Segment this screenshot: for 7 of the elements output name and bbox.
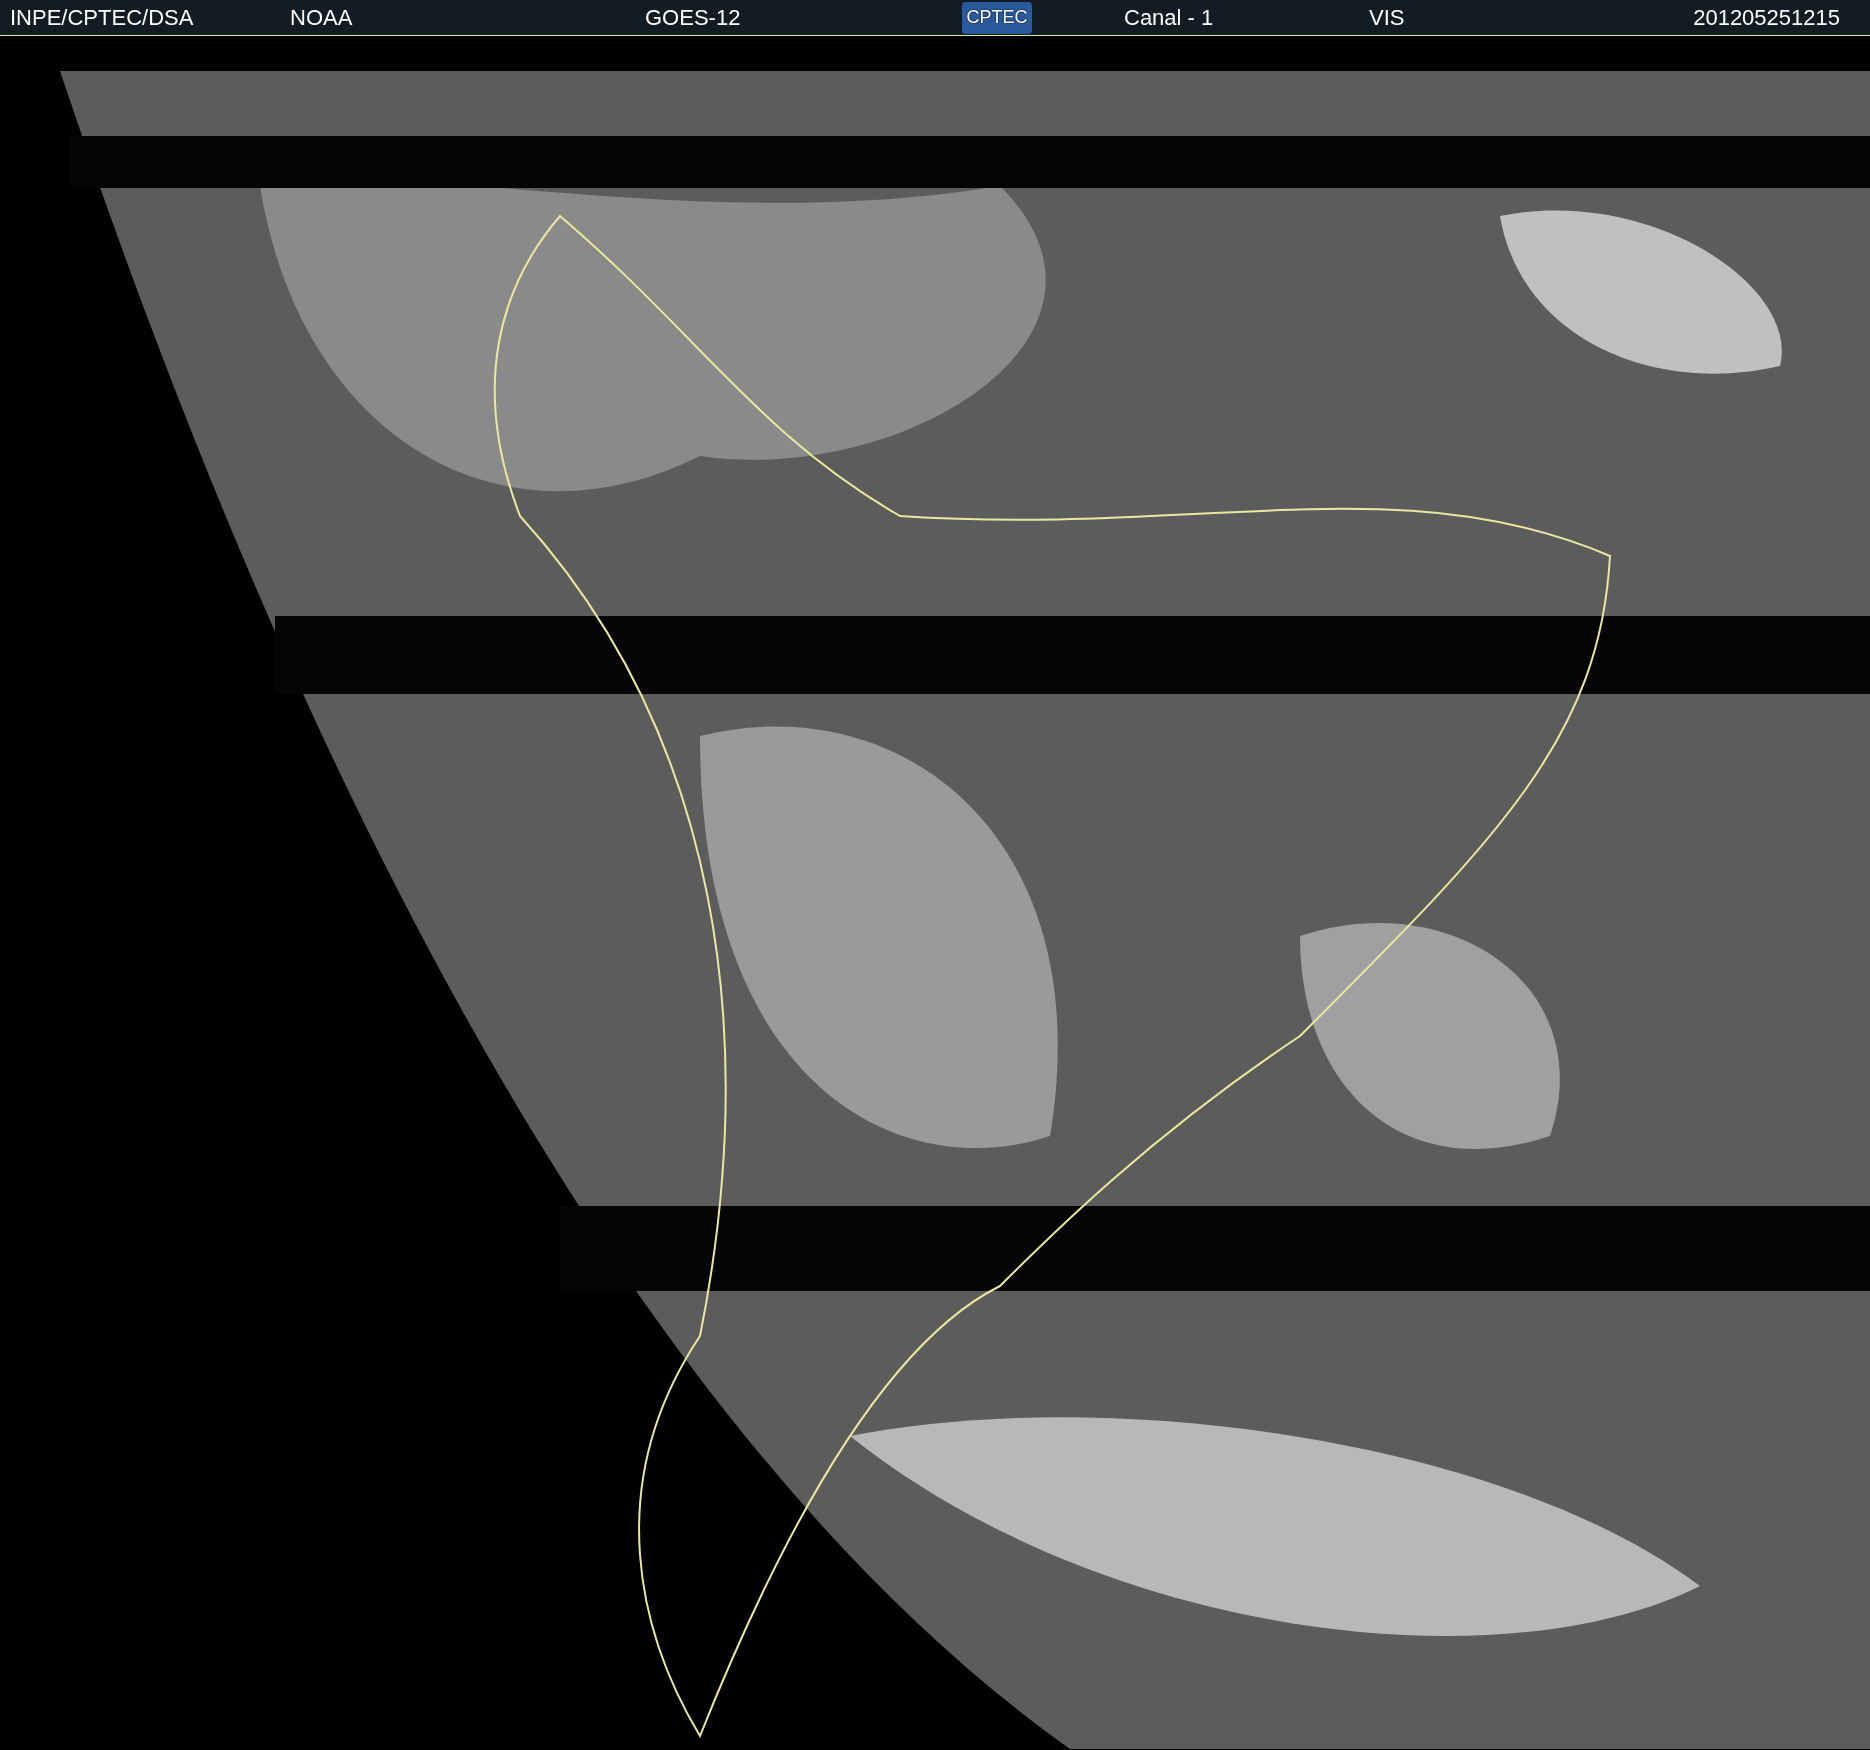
channel-label: Canal - 1 [1124, 4, 1215, 32]
agency-label: NOAA [290, 4, 354, 32]
timestamp-label: 201205251215 [1693, 4, 1840, 32]
band-label: VIS [1369, 4, 1406, 32]
satellite-label: GOES-12 [645, 4, 742, 32]
logo-badge: CPTEC [962, 1, 1032, 34]
source-label: INPE/CPTEC/DSA [10, 4, 195, 32]
